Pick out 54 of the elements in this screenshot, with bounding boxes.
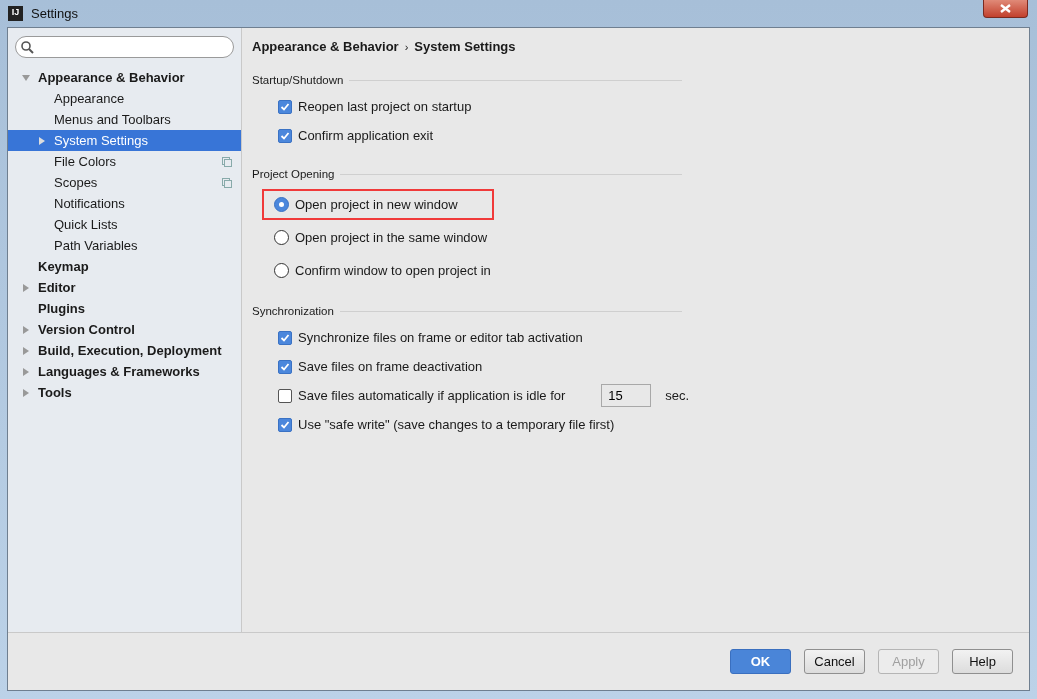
checkbox[interactable] <box>278 330 292 345</box>
dialog-button[interactable]: Help <box>952 649 1013 674</box>
checkbox[interactable] <box>278 99 292 114</box>
tree-item[interactable]: Plugins <box>8 298 241 319</box>
checkbox[interactable] <box>278 359 292 374</box>
tree-item[interactable]: Languages & Frameworks <box>8 361 241 382</box>
copy-icon <box>222 156 232 167</box>
tree-item[interactable]: Editor <box>8 277 241 298</box>
tree-item[interactable]: Keymap <box>8 256 241 277</box>
breadcrumb-item: System Settings <box>414 39 516 54</box>
section-title: Synchronization <box>252 305 334 317</box>
checkbox[interactable] <box>278 128 292 143</box>
search-icon <box>21 40 34 54</box>
tree-item[interactable]: Appearance & Behavior <box>8 67 241 88</box>
dialog-button[interactable]: Cancel <box>804 649 865 674</box>
checkbox-label: Save files automatically if application is idle for <box>298 388 566 403</box>
tree-item[interactable]: Appearance <box>8 88 241 109</box>
unit-label: sec. <box>665 388 690 403</box>
radio-button[interactable] <box>274 197 289 212</box>
tree-item[interactable]: Quick Lists <box>8 214 241 235</box>
search-field[interactable] <box>15 36 234 58</box>
tree-item[interactable]: Scopes <box>8 172 241 193</box>
close-button[interactable] <box>983 0 1028 18</box>
checkbox-label: Synchronize files on frame or editor tab activation <box>298 330 583 345</box>
radio-label: Open project in the same window <box>295 230 488 245</box>
tree-item[interactable]: Build, Execution, Deployment <box>8 340 241 361</box>
input-field[interactable]: 15 <box>601 384 652 407</box>
checkbox-label: Save files on frame deactivation <box>298 359 483 374</box>
radio-label: Open project in new window <box>295 197 458 212</box>
radio-button[interactable] <box>274 263 289 278</box>
checkbox[interactable] <box>278 417 292 432</box>
section-title: Startup/Shutdown <box>252 74 344 86</box>
radio-button[interactable] <box>274 230 289 245</box>
section-title: Project Opening <box>252 168 335 180</box>
tree-item[interactable]: File Colors <box>8 151 241 172</box>
checkbox[interactable] <box>278 388 292 403</box>
checkbox-label: Use "safe write" (save changes to a temporary file first) <box>298 417 615 432</box>
tree-item[interactable]: Version Control <box>8 319 241 340</box>
expand-arrow-icon[interactable] <box>38 136 46 145</box>
tree-item[interactable]: Path Variables <box>8 235 241 256</box>
tree-item[interactable]: Tools <box>8 382 241 403</box>
breadcrumb-item: Appearance & Behavior <box>252 39 399 54</box>
tree-item[interactable]: Menus and Toolbars <box>8 109 241 130</box>
tree-item[interactable]: System Settings <box>8 130 241 151</box>
copy-icon <box>222 177 232 188</box>
window-title: Settings <box>31 6 78 21</box>
checkbox-label: Confirm application exit <box>298 128 434 143</box>
radio-label: Confirm window to open project in <box>295 263 491 278</box>
breadcrumb-separator: › <box>404 40 409 53</box>
dialog-button[interactable]: OK <box>730 649 791 674</box>
close-icon <box>1000 4 1011 13</box>
tree-item[interactable]: Notifications <box>8 193 241 214</box>
app-logo: IJ <box>8 6 23 21</box>
checkbox-label: Reopen last project on startup <box>298 99 472 114</box>
